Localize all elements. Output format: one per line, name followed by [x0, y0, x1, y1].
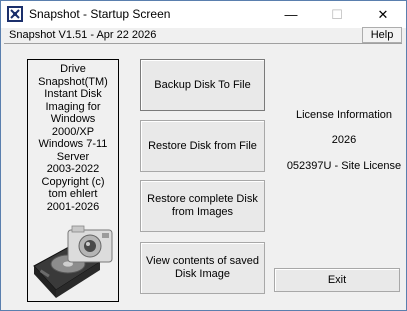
backup-disk-label: Backup Disk To File	[154, 78, 251, 91]
info-line: Windows 7-11	[38, 138, 108, 150]
info-line: Imaging for	[45, 100, 101, 113]
info-line: 2001-2026	[46, 200, 100, 213]
version-label: Snapshot V1.51 - Apr 22 2026	[9, 29, 157, 41]
minimize-button[interactable]: —	[268, 1, 314, 28]
title-bar[interactable]: Snapshot - Startup Screen — ☐ ✕	[1, 1, 406, 28]
restore-disk-button[interactable]: Restore Disk from File	[140, 120, 265, 172]
snapshot-window: Snapshot - Startup Screen — ☐ ✕ Snapshot…	[0, 0, 407, 311]
snapshot-app-icon	[7, 6, 23, 22]
exit-button[interactable]: Exit	[274, 268, 400, 292]
close-icon: ✕	[377, 6, 389, 22]
restore-disk-label: Restore Disk from File	[148, 139, 257, 152]
info-line: 2000/XP	[51, 125, 95, 138]
camera-icon	[67, 225, 113, 263]
window-title: Snapshot - Startup Screen	[29, 7, 171, 21]
license-year: 2026	[331, 134, 357, 146]
help-label: Help	[370, 29, 394, 41]
help-button[interactable]: Help	[362, 27, 402, 43]
close-button[interactable]: ✕	[360, 1, 406, 28]
product-info-text: Drive Snapshot(TM) Instant Disk Imaging …	[28, 63, 118, 213]
view-image-contents-label: View contents of saved Disk Image	[146, 255, 259, 280]
exit-label: Exit	[327, 274, 347, 286]
product-info-panel: Drive Snapshot(TM) Instant Disk Imaging …	[27, 59, 119, 302]
view-image-contents-button[interactable]: View contents of saved Disk Image	[140, 242, 265, 294]
header-divider	[4, 43, 402, 44]
license-heading: License Information	[296, 109, 392, 121]
license-key: 052397U - Site License	[286, 160, 402, 172]
restore-from-images-label: Restore complete Disk from Images	[147, 193, 258, 218]
maximize-icon: ☐	[331, 6, 343, 22]
info-line: Windows	[50, 113, 96, 125]
info-line: Drive	[60, 63, 86, 75]
info-line: Instant Disk	[44, 88, 102, 100]
info-line: 2003-2022	[46, 163, 100, 175]
info-line: Snapshot(TM)	[38, 75, 108, 88]
maximize-button[interactable]: ☐	[314, 1, 360, 28]
restore-from-images-button[interactable]: Restore complete Disk from Images	[140, 180, 265, 232]
info-line: tom ehlert	[48, 188, 98, 200]
backup-disk-button[interactable]: Backup Disk To File	[140, 59, 265, 111]
minimize-icon: —	[284, 7, 298, 22]
info-line: Server	[56, 150, 90, 163]
info-line: Copyright (c)	[41, 175, 105, 188]
